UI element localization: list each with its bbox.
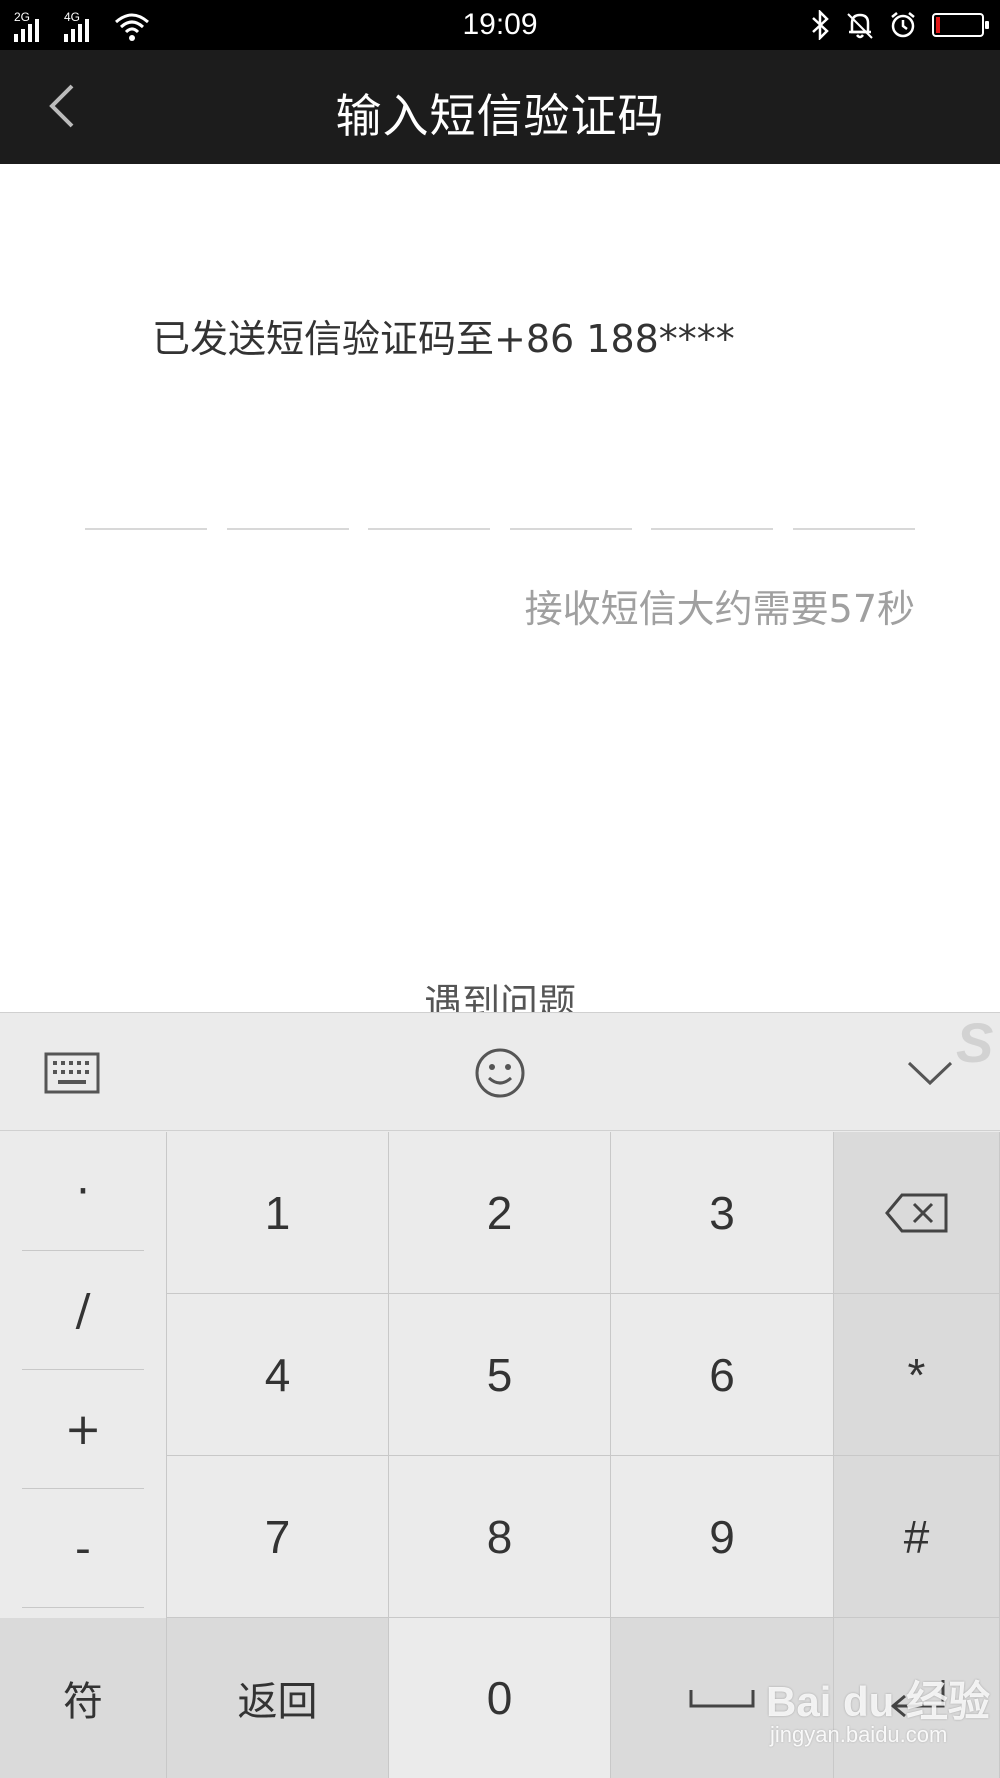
sms-sent-message: 已发送短信验证码至+86 188**** — [152, 317, 735, 361]
emoji-icon — [475, 1048, 525, 1098]
keyboard-switch-button[interactable] — [36, 1037, 108, 1109]
problem-link[interactable]: 遇到问题 — [0, 972, 1000, 1012]
keyboard-icon — [44, 1052, 100, 1094]
code-digit-1[interactable] — [85, 526, 207, 530]
key-dot[interactable]: · — [22, 1132, 144, 1251]
code-digit-2[interactable] — [226, 526, 349, 530]
key-hash[interactable]: # — [834, 1456, 1000, 1618]
bluetooth-icon — [812, 10, 829, 40]
key-9[interactable]: 9 — [611, 1456, 834, 1618]
key-asterisk[interactable]: * — [834, 1294, 1000, 1456]
key-0[interactable]: 0 — [389, 1618, 611, 1778]
key-minus[interactable]: - — [22, 1489, 144, 1608]
key-2[interactable]: 2 — [389, 1132, 611, 1294]
backspace-icon — [884, 1193, 947, 1232]
code-digit-3[interactable] — [368, 526, 491, 530]
space-key[interactable] — [611, 1618, 834, 1778]
countdown-text: 接收短信大约需要57秒 — [524, 587, 915, 631]
key-7[interactable]: 7 — [167, 1456, 389, 1618]
key-4[interactable]: 4 — [167, 1294, 389, 1456]
status-right — [810, 8, 989, 42]
enter-key[interactable] — [834, 1618, 1000, 1778]
key-5[interactable]: 5 — [389, 1294, 611, 1456]
key-1[interactable]: 1 — [167, 1132, 389, 1294]
code-digit-5[interactable] — [651, 526, 774, 530]
enter-icon — [890, 1680, 944, 1718]
symbol-column: · / + - — [0, 1132, 167, 1630]
app-header: 输入短信验证码 — [0, 50, 1000, 164]
bell-icon — [847, 13, 873, 39]
space-icon — [689, 1690, 755, 1708]
key-8[interactable]: 8 — [389, 1456, 611, 1618]
chevron-down-icon — [907, 1061, 953, 1086]
code-digit-6[interactable] — [792, 526, 915, 530]
code-input-group[interactable] — [85, 526, 915, 530]
numeric-keyboard: · / + - 1 2 3 4 5 6 * 7 8 9 # 符 返回 0 — [0, 1012, 1000, 1778]
page-title: 输入短信验证码 — [335, 89, 665, 143]
back-key[interactable]: 返回 — [167, 1618, 389, 1778]
code-digit-4[interactable] — [509, 526, 632, 530]
backspace-key[interactable] — [834, 1132, 1000, 1294]
hide-keyboard-button[interactable] — [894, 1037, 966, 1109]
emoji-button[interactable] — [464, 1037, 536, 1109]
alarm-icon — [891, 12, 915, 38]
key-6[interactable]: 6 — [611, 1294, 834, 1456]
symbols-key[interactable]: 符 — [0, 1618, 167, 1778]
battery-icon — [932, 13, 989, 37]
key-3[interactable]: 3 — [611, 1132, 834, 1294]
key-plus[interactable]: + — [22, 1370, 144, 1489]
key-slash[interactable]: / — [22, 1251, 144, 1370]
keyboard-toolbar — [0, 1013, 1000, 1131]
battery-level — [936, 17, 940, 33]
status-bar: 2G 4G 19:09 — [0, 0, 1000, 50]
